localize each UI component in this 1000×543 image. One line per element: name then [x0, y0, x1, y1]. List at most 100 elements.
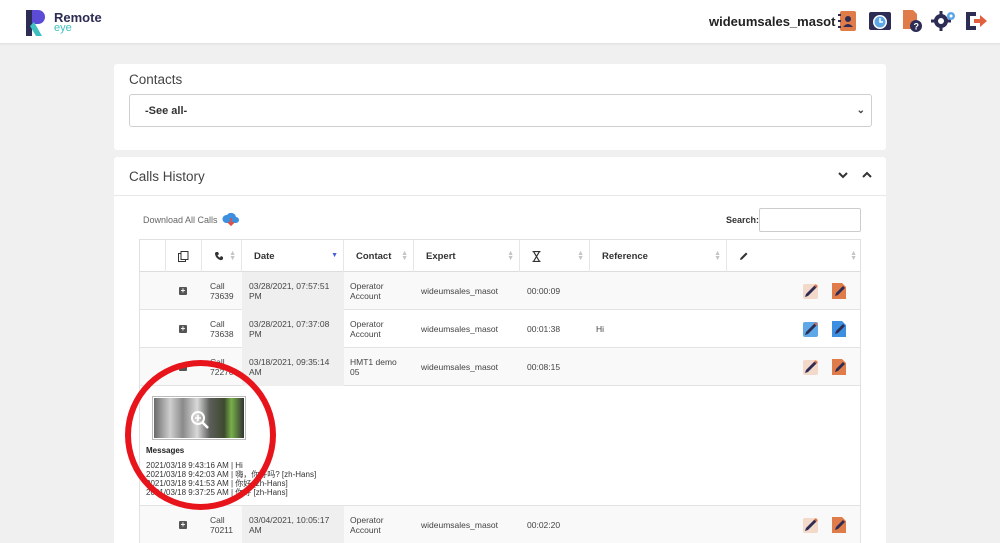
column-duration[interactable]: ▲ ▼ [520, 240, 590, 272]
sort-icon: ▲ ▼ [714, 250, 721, 262]
sort-icon: ▲ ▼ [401, 250, 408, 262]
settings-gears-icon[interactable] [931, 8, 957, 34]
call-label: Call [210, 281, 225, 291]
contact-line1: Operator [350, 515, 384, 525]
contact-cell: Operator Account [350, 310, 384, 348]
sort-icon: ▲ ▼ [507, 250, 514, 262]
download-all-calls-label: Download All Calls [143, 215, 218, 225]
date-line1: 03/04/2021, 10:05:17 [249, 515, 330, 525]
date-cell: 03/18/2021, 09:35:14 AM [242, 348, 344, 386]
duration-cell: 00:08:15 [527, 362, 561, 372]
logo-text: Remote eye [54, 11, 102, 34]
column-expert[interactable]: Expert ▲ ▼ [414, 240, 520, 272]
expert-cell: wideumsales_masot [421, 286, 499, 296]
edit-notes-icon[interactable] [829, 281, 849, 301]
search-label: Search: [726, 215, 760, 225]
cloud-download-icon [222, 212, 239, 227]
header-actions: ? [835, 8, 989, 34]
date-line2: AM [249, 525, 262, 535]
plus-icon: + [179, 286, 187, 295]
call-number: 73638 [210, 329, 234, 339]
edit-report-filled-icon[interactable] [801, 319, 821, 339]
duration-cell: 00:00:09 [527, 286, 561, 296]
contact-line1: Operator [350, 319, 384, 329]
chevron-down-icon: ⌄ [856, 105, 865, 116]
expand-row-button[interactable]: + [179, 506, 187, 543]
contact-line2: 05 [350, 367, 360, 377]
expert-cell: wideumsales_masot [421, 520, 499, 530]
date-line2: AM [249, 367, 262, 377]
sort-desc-icon: ▼ [331, 252, 338, 259]
contacts-book-icon[interactable] [835, 8, 861, 34]
calls-history-title: Calls History [129, 169, 205, 184]
contact-cell: Operator Account [350, 506, 384, 543]
contacts-panel: Contacts -See all- ⌄ [114, 64, 886, 150]
column-actions[interactable]: ▲ ▼ [727, 240, 862, 272]
contacts-select-value: -See all- [145, 105, 188, 117]
column-copy[interactable] [166, 240, 202, 272]
table-row[interactable]: + Call 73639 03/28/2021, 07:57:51 PM Opera… [140, 272, 860, 310]
username[interactable]: wideumsales_masot [709, 14, 835, 29]
duration-cell: 00:02:20 [527, 520, 561, 530]
date-cell: 03/04/2021, 10:05:17 AM [242, 506, 344, 543]
contact-cell: HMT1 demo 05 [350, 348, 397, 386]
contact-line2: Account [350, 329, 381, 339]
edit-notes-icon[interactable] [829, 357, 849, 377]
help-file-icon[interactable]: ? [899, 8, 925, 34]
contacts-select[interactable]: -See all- ⌄ [129, 94, 872, 127]
column-date[interactable]: Date ▼ [242, 240, 344, 272]
logo-mark-icon [26, 10, 45, 36]
date-cell: 03/28/2021, 07:37:08 PM [242, 310, 344, 348]
date-line1: 03/28/2021, 07:37:08 [249, 319, 330, 329]
column-reference[interactable]: Reference ▲ ▼ [590, 240, 727, 272]
call-number: 70211 [210, 525, 234, 535]
sort-icon: ▲ ▼ [850, 250, 857, 262]
contact-cell: Operator Account [350, 272, 384, 310]
date-line1: 03/28/2021, 07:57:51 [249, 281, 330, 291]
reference-cell: Hi [596, 324, 605, 334]
logout-icon[interactable] [963, 8, 989, 34]
annotation-circle [125, 360, 276, 510]
column-date-label: Date [254, 250, 275, 262]
sort-icon: ▲ ▼ [577, 250, 584, 262]
column-reference-label: Reference [602, 250, 648, 262]
edit-report-icon[interactable] [801, 281, 821, 301]
date-cell: 03/28/2021, 07:57:51 PM [242, 272, 344, 310]
edit-report-icon[interactable] [801, 515, 821, 535]
phone-icon [215, 252, 223, 261]
table-header: ▲ ▼ Date ▼ Contact ▲ ▼ Expert ▲ ▼ ▲ ▼ Refere… [140, 240, 860, 272]
table-row[interactable]: + Call 73638 03/28/2021, 07:37:08 PM Opera… [140, 310, 860, 348]
expand-chevron-up-icon[interactable] [862, 171, 872, 179]
plus-icon: + [179, 324, 187, 333]
hourglass-icon [532, 250, 541, 262]
table-row[interactable]: + Call 70211 03/04/2021, 10:05:17 AM Opera… [140, 506, 860, 543]
column-call[interactable]: ▲ ▼ [202, 240, 242, 272]
collapse-chevron-down-icon[interactable] [838, 171, 848, 179]
date-line2: PM [249, 329, 262, 339]
svg-text:?: ? [914, 22, 920, 32]
clock-history-icon[interactable] [867, 8, 893, 34]
date-line1: 03/18/2021, 09:35:14 [249, 357, 330, 367]
edit-notes-icon[interactable] [829, 515, 849, 535]
contacts-title: Contacts [129, 72, 183, 87]
contact-line1: Operator [350, 281, 384, 291]
edit-report-icon[interactable] [801, 357, 821, 377]
search-input[interactable] [759, 208, 861, 232]
top-bar: Remote eye wideumsales_masot ? [0, 0, 1000, 44]
duration-cell: 00:01:38 [527, 324, 561, 334]
call-label: Call [210, 319, 225, 329]
contact-line2: Account [350, 525, 381, 535]
call-label: Call [210, 515, 225, 525]
column-contact[interactable]: Contact ▲ ▼ [344, 240, 414, 272]
expert-cell: wideumsales_masot [421, 362, 499, 372]
copy-icon [178, 250, 189, 262]
divider [114, 195, 886, 196]
logo[interactable]: Remote eye [26, 10, 102, 36]
call-id-cell: Call 73639 [210, 272, 234, 310]
edit-notes-filled-icon[interactable] [829, 319, 849, 339]
expand-row-button[interactable]: + [179, 272, 187, 310]
download-all-calls-button[interactable]: Download All Calls [143, 212, 240, 228]
call-number: 73639 [210, 291, 234, 301]
expand-row-button[interactable]: + [179, 310, 187, 348]
contact-line2: Account [350, 291, 381, 301]
